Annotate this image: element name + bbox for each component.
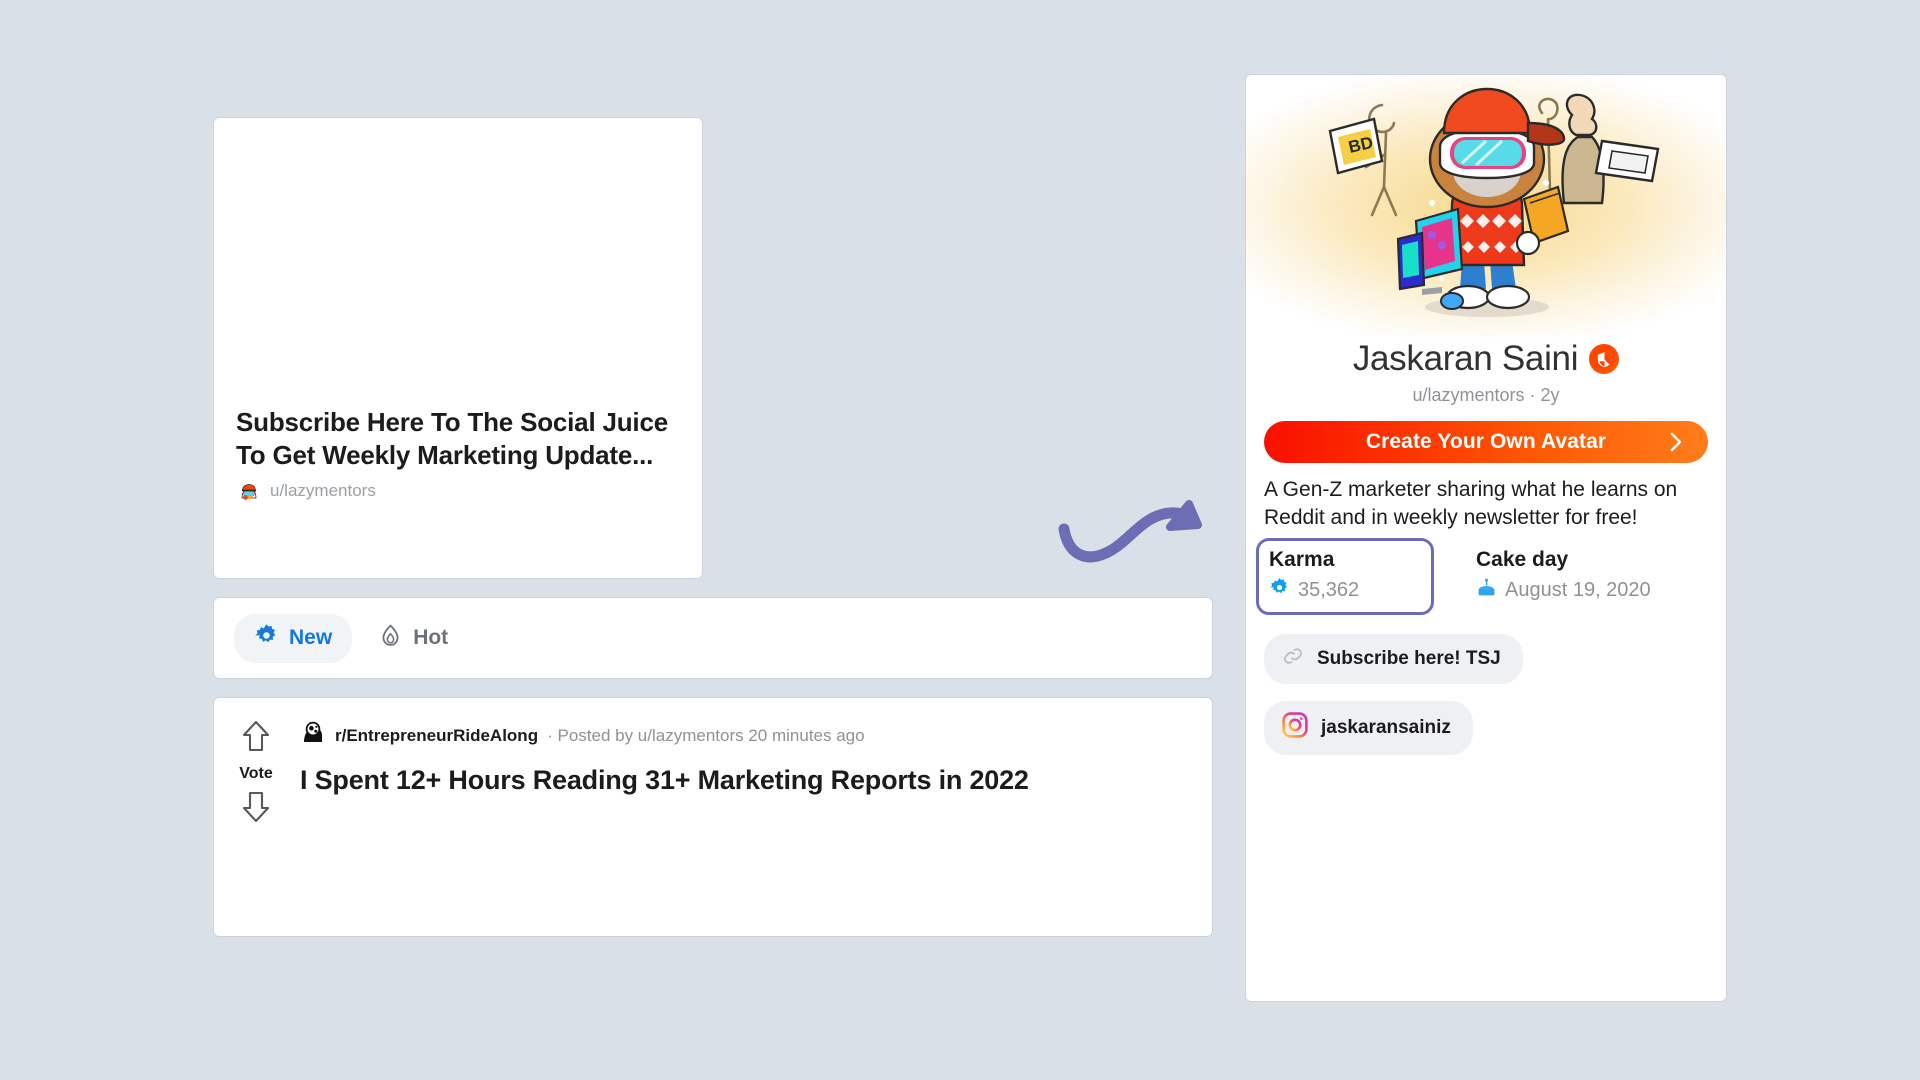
chip-instagram[interactable]: jaskaransainiz bbox=[1264, 701, 1473, 756]
feed-post-subreddit[interactable]: r/EntrepreneurRideAlong bbox=[335, 726, 538, 746]
profile-bio: A Gen-Z marketer sharing what he learns … bbox=[1264, 478, 1678, 529]
instagram-icon bbox=[1282, 712, 1308, 744]
chip-subscribe-label: Subscribe here! TSJ bbox=[1317, 648, 1501, 670]
instagram-chip-wrap: jaskaransainiz bbox=[1264, 701, 1726, 756]
promo-post-author[interactable]: u/lazymentors bbox=[270, 481, 376, 501]
karma-burst-icon bbox=[1269, 577, 1290, 603]
arrow-down-icon[interactable] bbox=[239, 787, 273, 830]
karma-label: Karma bbox=[1269, 548, 1335, 572]
create-avatar-button[interactable]: Create Your Own Avatar bbox=[1264, 421, 1708, 463]
cakeday-label: Cake day bbox=[1476, 548, 1569, 572]
promo-post-author-row: u/lazymentors bbox=[236, 477, 686, 504]
feed-post-meta-row: r/EntrepreneurRideAlong · Posted by u/la… bbox=[300, 720, 1192, 751]
reddit-avatar-icon bbox=[236, 477, 262, 504]
cake-icon bbox=[1476, 577, 1497, 603]
feed-post-main: r/EntrepreneurRideAlong · Posted by u/la… bbox=[300, 720, 1192, 796]
subscribe-chip-wrap: Subscribe here! TSJ bbox=[1264, 634, 1726, 685]
feed-post-meta: · Posted by u/lazymentors 20 minutes ago bbox=[547, 725, 865, 745]
chip-instagram-label: jaskaransainiz bbox=[1321, 717, 1451, 739]
head-with-gears-icon bbox=[300, 720, 326, 751]
tab-hot-label: Hot bbox=[413, 626, 449, 649]
profile-stats: Karma 35,362 Cake day August 19, 2020 bbox=[1256, 538, 1708, 616]
karma-stat: Karma 35,362 bbox=[1256, 538, 1434, 616]
arrow-up-icon[interactable] bbox=[239, 718, 273, 761]
cakeday-value-row: August 19, 2020 bbox=[1476, 577, 1651, 603]
vote-column: Vote bbox=[228, 718, 284, 830]
reddit-snoo-avatar-illustration: BD bbox=[1246, 75, 1726, 337]
karma-value: 35,362 bbox=[1298, 578, 1360, 601]
tab-new[interactable]: New bbox=[234, 613, 353, 663]
feed-post-title[interactable]: I Spent 12+ Hours Reading 31+ Marketing … bbox=[300, 765, 1192, 796]
profile-panel: BD Jaskaran Saini u/lazymentors · 2y Cre… bbox=[1245, 74, 1727, 1002]
flame-icon bbox=[378, 623, 403, 654]
page-title: Jaskaran Saini bbox=[1352, 339, 1579, 378]
chevron-right-icon bbox=[1669, 431, 1684, 453]
feed-post-card[interactable]: Vote r/EntrepreneurRideAlong · Posted by… bbox=[213, 697, 1213, 937]
promo-post-title[interactable]: Subscribe Here To The Social Juice To Ge… bbox=[236, 406, 686, 473]
profile-handle: u/lazymentors · 2y bbox=[1412, 385, 1560, 405]
sparkle-badge-icon bbox=[254, 623, 279, 654]
profile-name-row: Jaskaran Saini bbox=[1246, 339, 1726, 379]
reddit-verified-shield-icon bbox=[1589, 344, 1620, 374]
tab-new-label: New bbox=[289, 626, 333, 649]
sort-tabs-bar: New Hot bbox=[213, 597, 1213, 679]
cakeday-stat: Cake day August 19, 2020 bbox=[1466, 538, 1661, 615]
feed-column: Subscribe Here To The Social Juice To Ge… bbox=[213, 117, 1213, 937]
link-chain-icon bbox=[1282, 645, 1304, 673]
vote-label: Vote bbox=[239, 765, 273, 782]
chip-subscribe[interactable]: Subscribe here! TSJ bbox=[1264, 634, 1523, 685]
promo-post-body: Subscribe Here To The Social Juice To Ge… bbox=[236, 406, 686, 504]
karma-value-row: 35,362 bbox=[1269, 577, 1421, 603]
cakeday-value: August 19, 2020 bbox=[1505, 578, 1651, 601]
tab-hot[interactable]: Hot bbox=[358, 614, 468, 663]
create-avatar-label: Create Your Own Avatar bbox=[1365, 430, 1607, 453]
promo-post-card[interactable]: Subscribe Here To The Social Juice To Ge… bbox=[213, 117, 703, 579]
